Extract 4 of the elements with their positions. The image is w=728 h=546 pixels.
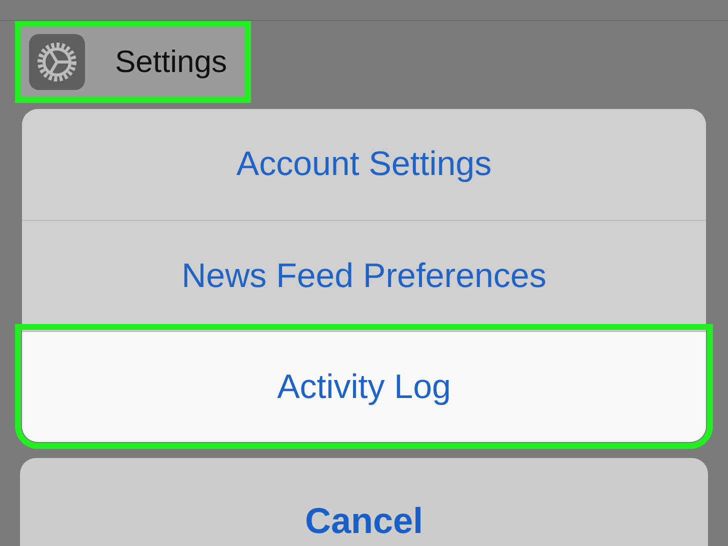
settings-row[interactable]: Settings (15, 21, 251, 103)
settings-icon[interactable] (29, 34, 85, 90)
settings-label[interactable]: Settings (115, 38, 228, 86)
cancel-button[interactable]: Cancel (304, 494, 424, 538)
